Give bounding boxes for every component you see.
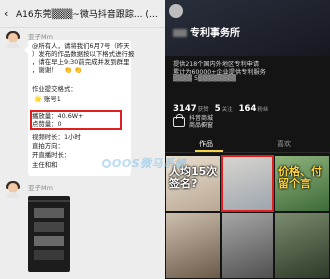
watermark: OOS微马系统 xyxy=(102,155,186,171)
shop-subtitle: 商品橱窗 xyxy=(189,122,214,129)
owner-line: 主任和和 xyxy=(32,161,58,169)
watermark-logo-icon xyxy=(102,159,111,168)
stat-followers[interactable]: 164粉丝 xyxy=(239,96,269,115)
profile-avatar[interactable] xyxy=(169,4,183,18)
profile-description: ▒▒▒▒ 5▒▒▒▒▒▒▒▒ xyxy=(173,75,237,82)
shopping-bag-icon xyxy=(173,114,185,127)
video-thumbnail[interactable] xyxy=(221,212,274,279)
sender-name: 亚子Mm xyxy=(28,184,53,192)
chat-header: ‹ A16东莞▒▒▒~微马抖音跟踪... (20) xyxy=(0,0,165,28)
applause-emoji-icon: 👏 👏 xyxy=(64,66,82,74)
stat-following[interactable]: 5关注 xyxy=(215,96,233,115)
tab-works[interactable]: 作品 xyxy=(199,139,213,149)
chat-title: A16东莞▒▒▒~微马抖音跟踪... (20) xyxy=(16,10,161,20)
profile-tabs: 作品 喜欢 xyxy=(165,137,330,153)
emoji-star-icon: 🌟 xyxy=(34,95,42,103)
chat-panel: ‹ A16东莞▒▒▒~微马抖音跟踪... (20) 亚子Mm @所有人，请将我们… xyxy=(0,0,165,279)
video-caption: 价格、付 留个言 xyxy=(278,165,322,190)
tab-likes[interactable]: 喜欢 xyxy=(277,139,291,149)
sender-avatar[interactable] xyxy=(4,180,22,198)
stat-likes[interactable]: 3147获赞 xyxy=(173,96,209,115)
video-thumbnail[interactable] xyxy=(274,212,330,279)
profile-stats: 3147获赞 5关注 164粉丝 xyxy=(173,96,268,115)
blurred-name-part xyxy=(173,29,187,37)
profile-panel: 专利事务所 提供218个国内外地区专利申请 累计为60000+企业提供专利服务 … xyxy=(165,0,330,279)
sender-avatar[interactable] xyxy=(4,30,22,48)
video-grid: 人均15次 签名? 价格、付 留个言 xyxy=(165,155,330,279)
screenshot-message[interactable] xyxy=(28,196,70,272)
account-label: 账号1 xyxy=(44,95,61,103)
duration-line: 视频时长：1小时 xyxy=(32,133,81,141)
profile-name: 专利事务所 xyxy=(173,24,240,39)
start-direction-line: 开直播时长： xyxy=(32,151,71,159)
highlight-box xyxy=(221,155,274,212)
message-line: ，谢谢！ xyxy=(32,66,58,74)
highlight-box xyxy=(30,110,122,130)
shop-title: 抖音商城 xyxy=(189,115,214,122)
back-arrow-icon[interactable]: ‹ xyxy=(4,7,16,20)
shop-entry[interactable]: 抖音商城 商品橱窗 xyxy=(173,114,214,129)
video-thumbnail[interactable]: 价格、付 留个言 xyxy=(274,155,330,212)
title-direction-line: 直拍方向： xyxy=(32,142,64,150)
tab-indicator xyxy=(195,150,223,152)
format-label: 作业提交格式： xyxy=(32,85,77,93)
video-thumbnail[interactable] xyxy=(165,212,221,279)
